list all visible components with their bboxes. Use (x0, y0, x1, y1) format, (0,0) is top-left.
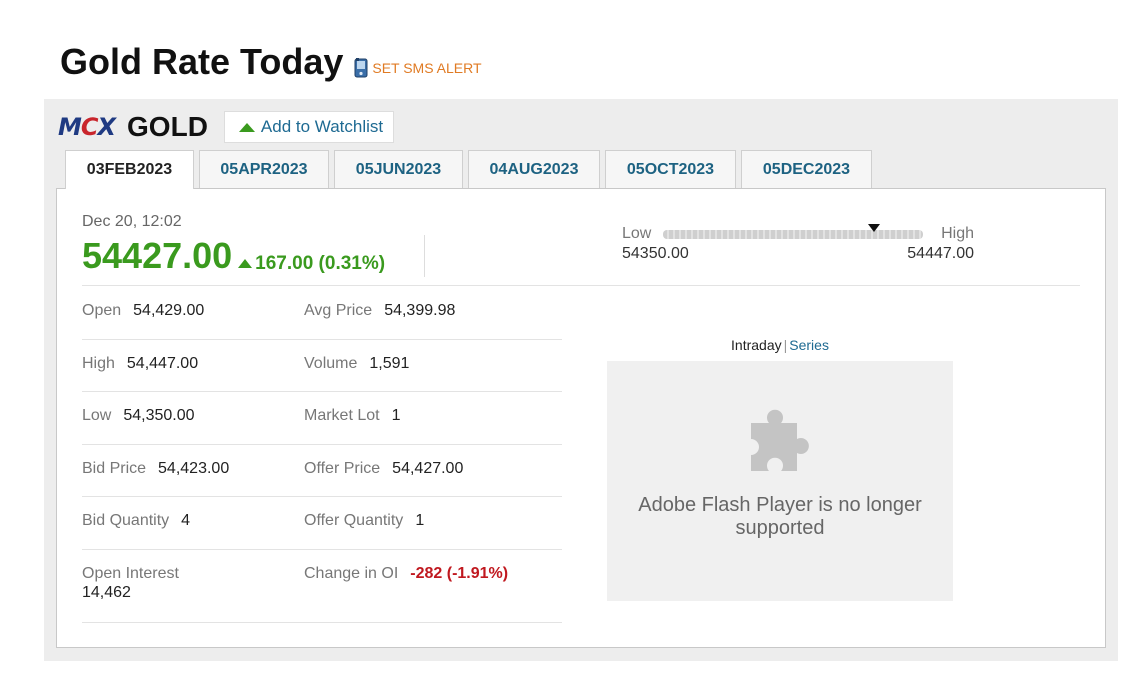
triangle-up-icon (238, 122, 255, 132)
add-to-watchlist-button[interactable]: Add to Watchlist (223, 111, 395, 143)
stat-label: Change in OI (304, 564, 399, 582)
stat-label: Market Lot (304, 407, 380, 424)
stat-market-lot: Market Lot 1 (304, 407, 401, 425)
intraday-link[interactable]: Intraday (731, 337, 782, 353)
stat-value: 4 (181, 512, 191, 529)
stat-value: 1,591 (369, 354, 410, 372)
page: Gold Rate Today SET SMS ALERT MCX GOLD A… (0, 0, 1138, 687)
stat-value-negative: -282 (-1.91%) (410, 564, 509, 582)
tab-expiry[interactable]: 05APR2023 (199, 150, 329, 188)
page-title: Gold Rate Today (60, 41, 344, 82)
logo-letter: C (80, 113, 99, 141)
phone-icon (353, 58, 369, 78)
stat-value: 1 (415, 512, 425, 529)
logo-letter: X (97, 113, 116, 141)
tab-expiry[interactable]: 05JUN2023 (334, 150, 463, 188)
chart-mode-links: Intraday | Series (607, 337, 953, 353)
commodity-name: GOLD (127, 111, 208, 142)
mcx-logo: MCX (58, 113, 116, 141)
tab-label: 04AUG2023 (489, 160, 579, 178)
stat-volume: Volume 1,591 (304, 355, 409, 373)
stat-label: Open (82, 302, 122, 319)
tab-label: 03FEB2023 (86, 161, 173, 178)
quote-content: Dec 20, 12:02 54427.00 167.00 (0.31%) Lo… (56, 188, 1106, 648)
tab-label: 05DEC2023 (762, 160, 851, 178)
stat-label: Offer Quantity (304, 512, 404, 529)
stat-label: Bid Price (82, 459, 147, 477)
price-change-value: 167.00 (0.31%) (255, 252, 386, 274)
stat-value: 54,427.00 (392, 459, 464, 477)
sms-alert-link[interactable]: SET SMS ALERT (353, 58, 482, 78)
stat-label: Avg Price (304, 302, 373, 319)
tab-expiry[interactable]: 05OCT2023 (605, 150, 736, 188)
stat-row: Open Interest 14,462 Change in OI -282 (-1… (82, 550, 562, 623)
price-row: 54427.00 167.00 (0.31%) (82, 235, 385, 277)
range-low-value: 54350.00 (622, 245, 689, 262)
stat-high: High 54,447.00 (82, 355, 198, 373)
stat-row: Bid Price 54,423.00 Offer Price 54,427.00 (82, 445, 562, 497)
series-link[interactable]: Series (789, 337, 829, 353)
stat-offer-quantity: Offer Quantity 1 (304, 512, 424, 530)
quote-panel: MCX GOLD Add to Watchlist 03FEB2023 05AP… (44, 99, 1118, 661)
stat-row: Low 54,350.00 Market Lot 1 (82, 392, 562, 445)
flash-unsupported-message: Adobe Flash Player is no longer supporte… (638, 494, 922, 539)
stat-value: 54,429.00 (133, 302, 205, 319)
stat-row: High 54,447.00 Volume 1,591 (82, 340, 562, 392)
stat-value: 54,447.00 (126, 354, 199, 372)
stat-value: 54,399.98 (384, 302, 456, 319)
expiry-tabs: 03FEB2023 05APR2023 05JUN2023 04AUG2023 … (65, 150, 877, 189)
range-values: 54350.00 54447.00 (622, 245, 974, 263)
range-high-value: 54447.00 (907, 245, 974, 262)
stats-table: Open 54,429.00 Avg Price 54,399.98 High 54,… (82, 287, 562, 623)
stat-label: High (82, 354, 115, 372)
puzzle-piece-icon (747, 409, 815, 477)
commodity-header: MCX GOLD Add to Watchlist (58, 111, 395, 143)
stat-open: Open 54,429.00 (82, 302, 204, 320)
stat-row: Open 54,429.00 Avg Price 54,399.98 (82, 287, 562, 340)
tab-expiry[interactable]: 05DEC2023 (741, 150, 872, 188)
stat-low: Low 54,350.00 (82, 407, 195, 425)
tab-label: 05JUN2023 (355, 160, 442, 178)
flash-chart-placeholder: Adobe Flash Player is no longer supporte… (607, 361, 953, 601)
range-high-label: High (941, 225, 974, 242)
tab-expiry[interactable]: 03FEB2023 (65, 150, 194, 189)
stat-bid-quantity: Bid Quantity 4 (82, 512, 190, 530)
stat-open-interest: Open Interest 14,462 (82, 565, 179, 602)
stat-offer-price: Offer Price 54,427.00 (304, 460, 463, 478)
separator: | (783, 337, 788, 353)
tab-expiry[interactable]: 04AUG2023 (468, 150, 600, 188)
stat-bid-price: Bid Price 54,423.00 (82, 460, 229, 478)
day-range: Low High 54350.00 54447.00 (622, 223, 974, 263)
stat-label: Bid Quantity (82, 512, 170, 529)
logo-letter: M (58, 113, 82, 141)
quote-timestamp: Dec 20, 12:02 (82, 213, 182, 230)
stat-avg-price: Avg Price 54,399.98 (304, 302, 455, 320)
stat-value: 54,423.00 (158, 459, 230, 477)
stat-value: 54,350.00 (123, 407, 195, 424)
stat-label: Low (82, 407, 112, 424)
stat-value: 14,462 (82, 583, 131, 601)
stat-label: Volume (304, 354, 358, 372)
watchlist-label: Add to Watchlist (260, 117, 384, 136)
range-bar-row: Low High (622, 223, 974, 243)
stat-label: Offer Price (304, 459, 381, 477)
last-price: 54427.00 (82, 235, 233, 276)
triangle-down-icon (867, 223, 880, 232)
triangle-up-icon (238, 259, 253, 268)
divider (424, 235, 425, 277)
divider (82, 285, 1080, 286)
stat-row: Bid Quantity 4 Offer Quantity 1 (82, 497, 562, 550)
stat-value: 1 (391, 407, 401, 424)
stat-label: Open Interest (82, 564, 179, 582)
range-bar (663, 223, 924, 239)
stat-change-in-oi: Change in OI -282 (-1.91%) (304, 565, 508, 583)
title-row: Gold Rate Today SET SMS ALERT (60, 40, 482, 84)
range-low-label: Low (622, 225, 652, 242)
tab-label: 05APR2023 (220, 160, 308, 178)
tab-label: 05OCT2023 (626, 160, 715, 178)
price-change: 167.00 (0.31%) (238, 253, 385, 275)
sms-alert-label: SET SMS ALERT (372, 60, 482, 76)
